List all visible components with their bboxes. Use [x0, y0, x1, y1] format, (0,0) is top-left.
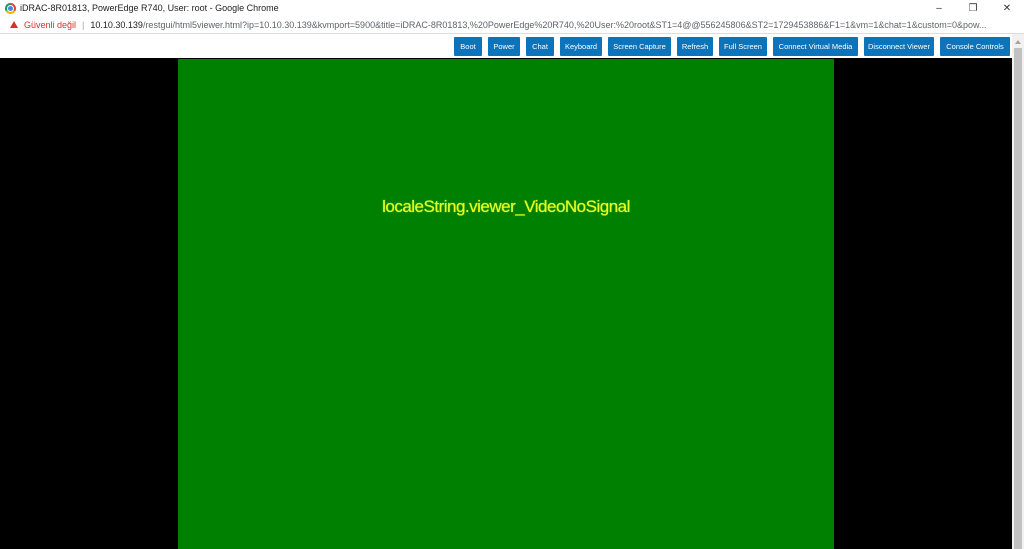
- boot-button[interactable]: Boot: [454, 37, 482, 56]
- scroll-up-arrow-icon[interactable]: [1015, 40, 1021, 44]
- console-controls-button[interactable]: Console Controls: [940, 37, 1010, 56]
- remote-screen[interactable]: localeString.viewer_VideoNoSignal: [178, 59, 834, 549]
- window-titlebar: iDRAC-8R01813, PowerEdge R740, User: roo…: [0, 0, 1024, 16]
- connect-virtual-media-button[interactable]: Connect Virtual Media: [773, 37, 858, 56]
- chat-button[interactable]: Chat: [526, 37, 554, 56]
- disconnect-viewer-button[interactable]: Disconnect Viewer: [864, 37, 934, 56]
- url-host: 10.10.30.139: [90, 19, 143, 30]
- full-screen-button[interactable]: Full Screen: [719, 37, 767, 56]
- screen-capture-button[interactable]: Screen Capture: [608, 37, 671, 56]
- vertical-scrollbar[interactable]: [1012, 34, 1024, 549]
- minimize-icon[interactable]: –: [922, 0, 956, 16]
- power-button[interactable]: Power: [488, 37, 520, 56]
- kvm-viewer: localeString.viewer_VideoNoSignal: [0, 59, 1012, 549]
- address-bar[interactable]: Güvenli değil | 10.10.30.139/restgui/htm…: [0, 16, 1024, 34]
- close-icon[interactable]: ✕: [990, 0, 1024, 16]
- security-label[interactable]: Güvenli değil: [24, 20, 76, 30]
- url-field[interactable]: 10.10.30.139/restgui/html5viewer.html?ip…: [90, 20, 1020, 30]
- window-controls: – ❐ ✕: [922, 0, 1024, 16]
- restore-icon[interactable]: ❐: [956, 0, 990, 16]
- chrome-icon: [5, 2, 16, 14]
- window-title: iDRAC-8R01813, PowerEdge R740, User: roo…: [20, 3, 279, 13]
- warning-icon[interactable]: [10, 21, 18, 28]
- viewer-toolbar: Boot Power Chat Keyboard Screen Capture …: [0, 34, 1012, 58]
- url-path: /restgui/html5viewer.html?ip=10.10.30.13…: [142, 19, 987, 30]
- url-separator: |: [82, 19, 85, 30]
- no-signal-message: localeString.viewer_VideoNoSignal: [382, 197, 630, 216]
- scroll-thumb[interactable]: [1014, 48, 1022, 549]
- refresh-button[interactable]: Refresh: [677, 37, 713, 56]
- keyboard-button[interactable]: Keyboard: [560, 37, 602, 56]
